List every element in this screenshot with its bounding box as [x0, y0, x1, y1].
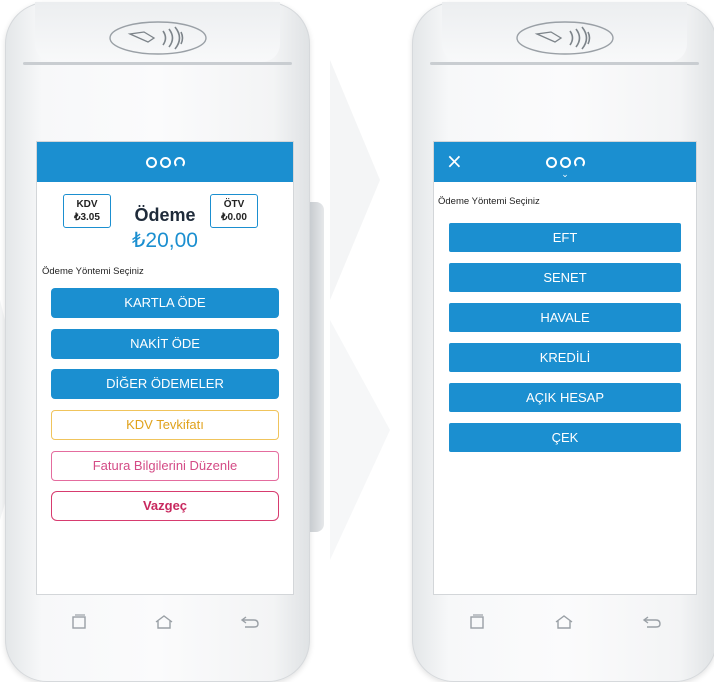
- method-acik-hesap-button[interactable]: AÇIK HESAP: [449, 383, 681, 412]
- chevron-down-icon[interactable]: ⌄: [561, 170, 569, 180]
- amount-total: ₺20,00: [132, 229, 198, 252]
- brand-logo-icon: [545, 156, 585, 168]
- section-label: Ödeme Yöntemi Seçiniz: [438, 196, 540, 207]
- method-cek-button[interactable]: ÇEK: [449, 423, 681, 452]
- page-title: Ödeme: [134, 205, 196, 225]
- method-senet-button[interactable]: SENET: [449, 263, 681, 292]
- edit-invoice-button[interactable]: Fatura Bilgilerini Düzenle: [51, 451, 279, 481]
- method-havale-button[interactable]: HAVALE: [449, 303, 681, 332]
- card-slot: [23, 62, 292, 65]
- section-label: Ödeme Yöntemi Seçiniz: [42, 266, 144, 277]
- payment-screen: KDV ₺3.05 ÖTV ₺0.00 Ödeme ₺20,00 Ödeme Y…: [37, 142, 293, 594]
- recent-apps-icon[interactable]: [70, 614, 88, 630]
- side-button: [310, 202, 324, 532]
- pay-cash-button[interactable]: NAKİT ÖDE: [51, 329, 279, 359]
- nfc-icon: [108, 20, 208, 61]
- recent-apps-icon[interactable]: [468, 614, 486, 630]
- method-eft-button[interactable]: EFT: [449, 223, 681, 252]
- card-slot: [430, 62, 699, 65]
- payment-method-screen: × ⌄ Ödeme Yöntemi Seçiniz EFT SENET HAVA…: [434, 142, 696, 594]
- close-icon[interactable]: ×: [446, 150, 463, 172]
- pay-by-card-button[interactable]: KARTLA ÖDE: [51, 288, 279, 318]
- pos-device-left: KDV ₺3.05 ÖTV ₺0.00 Ödeme ₺20,00 Ödeme Y…: [5, 2, 324, 682]
- pos-device-right: × ⌄ Ödeme Yöntemi Seçiniz EFT SENET HAVA…: [412, 2, 714, 682]
- nfc-icon: [515, 20, 615, 61]
- home-icon[interactable]: [554, 614, 574, 630]
- back-icon[interactable]: [240, 614, 260, 630]
- app-header: × ⌄: [434, 142, 696, 182]
- app-header: [37, 142, 293, 182]
- brand-logo-icon: [145, 156, 185, 168]
- other-payments-button[interactable]: DİĞER ÖDEMELER: [51, 369, 279, 399]
- home-icon[interactable]: [154, 614, 174, 630]
- vat-withholding-button[interactable]: KDV Tevkifatı: [51, 410, 279, 440]
- cancel-button[interactable]: Vazgeç: [51, 491, 279, 521]
- system-navbar-right: [434, 602, 696, 642]
- system-navbar-left: [37, 602, 293, 642]
- method-kredili-button[interactable]: KREDİLİ: [449, 343, 681, 372]
- back-icon[interactable]: [642, 614, 662, 630]
